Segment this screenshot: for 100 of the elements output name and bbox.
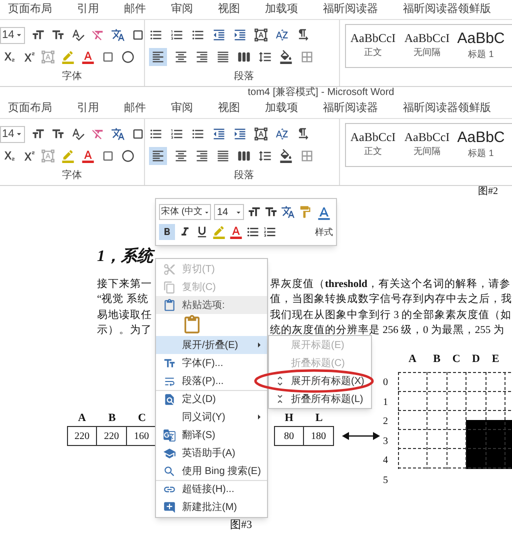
align-right-icon[interactable] (195, 50, 209, 64)
bullets-icon[interactable] (149, 28, 163, 42)
ribbon-tab[interactable]: 福昕阅读器领鲜版 (403, 100, 491, 117)
grow-font-icon[interactable] (247, 205, 261, 219)
menu-item[interactable]: 折叠所有标题(L) (269, 390, 371, 408)
ribbon-tab[interactable]: 加载项 (265, 1, 298, 18)
style-item[interactable]: AaBbCcI 无间隔 (400, 25, 454, 67)
style-item[interactable]: AaBbCcI 正文 (346, 124, 400, 166)
chinese-layout-icon[interactable] (254, 127, 268, 141)
show-marks-icon[interactable] (296, 28, 310, 42)
font-size-field[interactable]: 14 (214, 204, 244, 220)
align-center-icon[interactable] (174, 149, 188, 163)
menu-item[interactable]: 定义(D) (156, 390, 267, 408)
menu-item[interactable]: 展开/折叠(E) (156, 336, 267, 354)
ribbon-tab[interactable]: 视图 (218, 1, 240, 18)
underline-icon[interactable] (195, 225, 209, 239)
enclose-character-icon[interactable] (121, 50, 135, 64)
menu-item[interactable]: 同义词(Y) (156, 408, 267, 426)
ribbon-tab[interactable]: 福昕阅读器 (323, 100, 378, 117)
line-spacing-icon[interactable] (258, 149, 272, 163)
justify-icon[interactable] (216, 50, 230, 64)
align-left-button[interactable] (149, 147, 167, 165)
multilevel-list-icon[interactable] (191, 127, 205, 141)
character-shading-icon[interactable] (101, 50, 115, 64)
style-item[interactable]: AaBbCcI 正文 (346, 25, 400, 67)
font-size-field[interactable]: 14 (0, 126, 26, 142)
change-case-icon[interactable] (71, 28, 86, 42)
line-spacing-icon[interactable] (258, 50, 272, 64)
ribbon-tab[interactable]: 视图 (218, 100, 240, 117)
style-item[interactable]: AaBbCcI 无间隔 (400, 124, 454, 166)
decrease-indent-icon[interactable] (212, 127, 226, 141)
multilevel-list-icon[interactable] (191, 28, 205, 42)
increase-indent-icon[interactable] (233, 28, 247, 42)
ribbon-tab[interactable]: 加载项 (265, 100, 298, 117)
translate-icon (162, 428, 176, 442)
numbering-icon[interactable] (170, 127, 184, 141)
enclose-character-icon[interactable] (121, 149, 135, 163)
styles-button[interactable]: 样式 (312, 199, 336, 245)
menu-item[interactable]: 段落(P)... (156, 372, 267, 390)
change-case-icon[interactable] (71, 127, 86, 141)
bold-button[interactable] (159, 224, 175, 240)
ribbon-tab[interactable]: 邮件 (124, 1, 146, 18)
menu-item[interactable]: 字体(F)... (156, 354, 267, 372)
align-left-button[interactable] (149, 48, 167, 66)
shading-icon[interactable] (279, 50, 293, 64)
sort-icon[interactable] (275, 127, 289, 141)
ribbon-tab[interactable]: 审阅 (171, 1, 193, 18)
ribbon-tab[interactable]: 页面布局 (8, 1, 52, 18)
shrink-font-icon[interactable] (51, 28, 66, 42)
ribbon-tab[interactable]: 页面布局 (8, 100, 52, 117)
sort-icon[interactable] (275, 28, 289, 42)
ribbon-tab[interactable]: 引用 (77, 1, 99, 18)
ribbon-tab[interactable]: 审阅 (171, 100, 193, 117)
group-label: 段落 (234, 168, 254, 183)
menu-item[interactable]: 翻译(S) (156, 426, 267, 444)
numbering-icon[interactable] (170, 28, 184, 42)
chinese-layout-icon[interactable] (254, 28, 268, 42)
distributed-icon[interactable] (237, 149, 251, 163)
show-marks-icon[interactable] (296, 127, 310, 141)
grow-font-icon[interactable] (31, 28, 46, 42)
borders-icon[interactable] (300, 149, 314, 163)
style-item[interactable]: AaBbC 标题 1 (454, 25, 508, 67)
phonetic-guide-icon[interactable] (111, 127, 126, 141)
distributed-icon[interactable] (237, 50, 251, 64)
clear-format-icon[interactable] (91, 127, 106, 141)
character-shading-icon[interactable] (101, 149, 115, 163)
bullets-icon[interactable] (246, 225, 260, 239)
menu-item[interactable]: 超链接(H)... (156, 480, 267, 498)
clear-format-icon[interactable] (91, 28, 106, 42)
align-center-icon[interactable] (174, 50, 188, 64)
character-border-icon[interactable] (131, 28, 146, 42)
numbering-icon[interactable] (263, 225, 277, 239)
shading-icon[interactable] (279, 149, 293, 163)
ribbon-tab[interactable]: 福昕阅读器领鲜版 (403, 1, 491, 18)
grow-font-icon[interactable] (31, 127, 46, 141)
menu-item[interactable]: 新建批注(M) (156, 498, 267, 516)
menu-item[interactable]: 英语助手(A) (156, 444, 267, 462)
character-border-icon[interactable] (131, 127, 146, 141)
phonetic-guide-icon[interactable] (111, 28, 126, 42)
increase-indent-icon[interactable] (233, 127, 247, 141)
phonetic-guide-icon[interactable] (281, 205, 295, 219)
font-size-field[interactable]: 14 (0, 26, 26, 44)
bullets-icon[interactable] (149, 127, 163, 141)
ribbon-tab[interactable]: 引用 (77, 100, 99, 117)
style-item[interactable]: AaBbC 标题 1 (454, 124, 508, 166)
ribbon-tab[interactable]: 福昕阅读器 (323, 1, 378, 18)
font-color-icon[interactable] (229, 225, 243, 239)
align-right-icon[interactable] (195, 149, 209, 163)
borders-icon[interactable] (300, 50, 314, 64)
font-name-field[interactable]: 宋体 (中文 (159, 204, 211, 220)
decrease-indent-icon[interactable] (212, 28, 226, 42)
font-color-icon[interactable] (81, 149, 95, 163)
menu-item[interactable]: 使用 Bing 搜索(E) (156, 462, 267, 480)
paste-icon[interactable] (182, 315, 202, 335)
justify-icon[interactable] (216, 149, 230, 163)
shrink-font-icon[interactable] (51, 127, 66, 141)
ribbon-tab[interactable]: 邮件 (124, 100, 146, 117)
window-title: tom4 [兼容模式] - Microsoft Word (248, 87, 394, 99)
font-color-icon[interactable] (81, 50, 95, 64)
shrink-font-icon[interactable] (264, 205, 278, 219)
